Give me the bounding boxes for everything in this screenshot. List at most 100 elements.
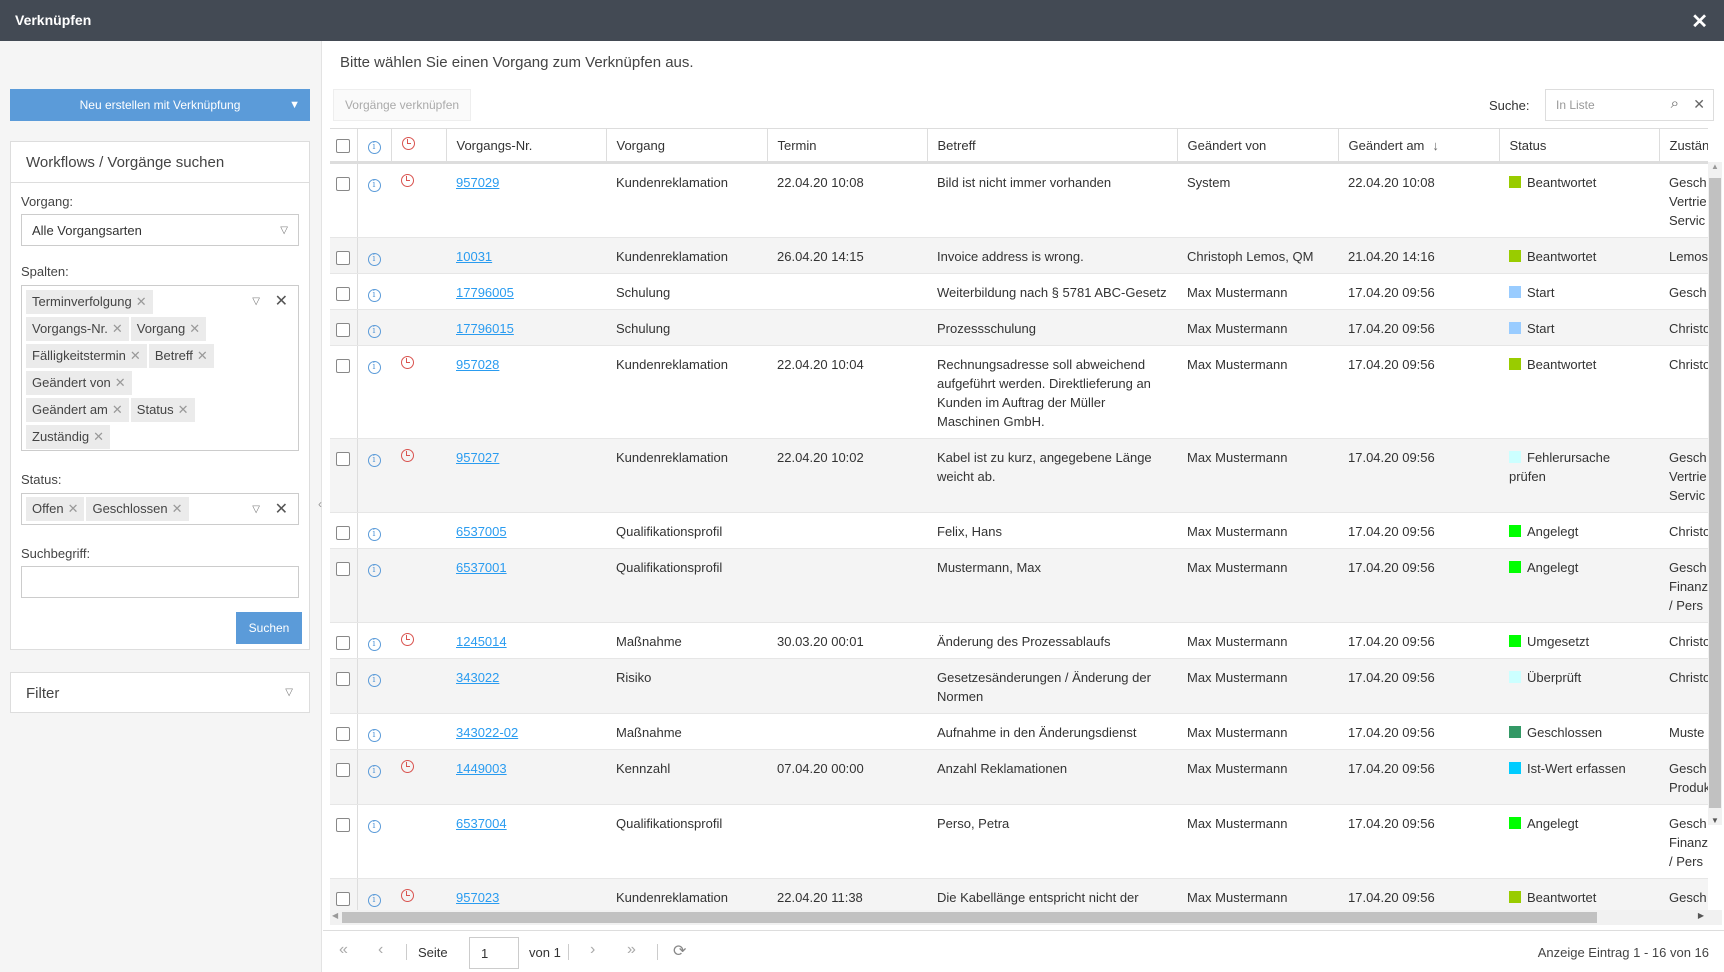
table-row[interactable]: i 17796015 Schulung Prozessschulung Max Must… — [330, 309, 1708, 346]
column-header-vorgang[interactable]: Vorgang — [606, 128, 768, 164]
record-link[interactable]: 6537001 — [456, 560, 507, 575]
column-tag[interactable]: Status ✕ — [130, 398, 195, 422]
info-icon[interactable]: i — [367, 820, 381, 833]
clear-icon[interactable]: ✕ — [275, 499, 288, 519]
list-search-input[interactable]: In Liste ⌕ ✕ — [1545, 89, 1714, 121]
clear-icon[interactable]: ✕ — [275, 291, 288, 311]
chevron-down-icon[interactable]: ▽ — [252, 296, 260, 307]
first-page-icon[interactable]: « — [339, 941, 348, 959]
row-checkbox[interactable] — [336, 176, 350, 191]
chevron-down-icon[interactable]: ▽ — [285, 687, 293, 698]
row-checkbox[interactable] — [336, 726, 350, 741]
record-link[interactable]: 957027 — [456, 450, 499, 465]
column-tag[interactable]: Vorgangs-Nr. ✕ — [26, 317, 129, 341]
table-row[interactable]: i 343022-02 Maßnahme Aufnahme in den Änderu… — [330, 713, 1708, 750]
remove-tag-icon[interactable]: ✕ — [189, 321, 200, 336]
info-icon[interactable]: i — [367, 528, 381, 541]
refresh-icon[interactable]: ⟳ — [673, 941, 686, 961]
vorgang-select[interactable]: Alle Vorgangsarten ▽ — [21, 214, 299, 246]
row-checkbox[interactable] — [336, 762, 350, 777]
column-header-zuständig[interactable]: Zuständig — [1659, 128, 1708, 164]
column-header-termin[interactable]: Termin — [767, 128, 928, 164]
link-records-button[interactable]: Vorgänge verknüpfen — [333, 89, 471, 121]
chevron-down-icon[interactable]: ▼ — [289, 89, 300, 121]
table-row[interactable]: i 1449003 Kennzahl 07.04.20 00:00 Anzahl Rek… — [330, 749, 1708, 805]
status-multiselect[interactable]: ▽ ✕ Offen ✕ Geschlossen ✕ — [21, 493, 299, 525]
sort-desc-icon[interactable]: ↓ — [1432, 138, 1439, 153]
info-icon[interactable]: i — [367, 289, 381, 302]
record-link[interactable]: 6537005 — [456, 524, 507, 539]
table-row[interactable]: i 6537004 Qualifikationsprofil Perso, Petra… — [330, 804, 1708, 879]
filter-panel[interactable]: Filter ▽ — [10, 672, 310, 713]
status-tag[interactable]: Geschlossen ✕ — [86, 497, 189, 521]
record-link[interactable]: 957028 — [456, 357, 499, 372]
row-checkbox[interactable] — [336, 561, 350, 576]
chevron-down-icon[interactable]: ▽ — [252, 504, 260, 515]
remove-tag-icon[interactable]: ✕ — [112, 321, 123, 336]
last-page-icon[interactable]: » — [627, 941, 636, 959]
row-checkbox[interactable] — [336, 250, 350, 265]
record-link[interactable]: 10031 — [456, 249, 492, 264]
remove-tag-icon[interactable]: ✕ — [68, 501, 79, 516]
info-icon[interactable]: i — [367, 361, 381, 374]
table-row[interactable]: i 957029 Kundenreklamation 22.04.20 10:08 Bi… — [330, 162, 1708, 238]
row-checkbox[interactable] — [336, 635, 350, 650]
new-with-link-button[interactable]: Neu erstellen mit Verknüpfung ▼ — [10, 89, 310, 121]
info-icon[interactable]: i — [367, 638, 381, 651]
column-tag[interactable]: Vorgang ✕ — [130, 317, 207, 341]
remove-tag-icon[interactable]: ✕ — [130, 348, 141, 363]
record-link[interactable]: 1245014 — [456, 634, 507, 649]
table-row[interactable]: i 6537001 Qualifikationsprofil Mustermann, … — [330, 548, 1708, 623]
column-header-geändert-am[interactable]: Geändert am ↓ — [1338, 128, 1500, 164]
column-tag[interactable]: Betreff ✕ — [148, 344, 214, 368]
table-row[interactable]: i 10031 Kundenreklamation 26.04.20 14:15 Inv… — [330, 237, 1708, 274]
table-row[interactable]: i 957027 Kundenreklamation 22.04.20 10:02 Ka… — [330, 438, 1708, 513]
info-icon[interactable]: i — [367, 454, 381, 467]
info-icon[interactable]: i — [367, 674, 381, 687]
remove-tag-icon[interactable]: ✕ — [136, 294, 147, 309]
column-header-betreff[interactable]: Betreff — [927, 128, 1178, 164]
record-link[interactable]: 957029 — [456, 175, 499, 190]
row-checkbox[interactable] — [336, 671, 350, 686]
table-row[interactable]: i 957023 Kundenreklamation 22.04.20 11:38 Di… — [330, 878, 1708, 910]
spalten-multiselect[interactable]: ▽ ✕ Terminverfolgung ✕ Vorgangs-Nr. ✕ Vorgan… — [21, 285, 299, 451]
next-page-icon[interactable]: › — [590, 941, 595, 959]
remove-tag-icon[interactable]: ✕ — [115, 375, 126, 390]
row-checkbox[interactable] — [336, 358, 350, 373]
table-row[interactable]: i 957028 Kundenreklamation 22.04.20 10:04 Re… — [330, 345, 1708, 439]
row-checkbox[interactable] — [336, 322, 350, 337]
search-button[interactable]: Suchen — [236, 612, 302, 644]
info-icon[interactable]: i — [367, 253, 381, 266]
page-input[interactable]: 1 — [469, 937, 519, 969]
column-header-status[interactable]: Status — [1499, 128, 1660, 164]
collapse-panel-icon[interactable]: ‹ — [318, 497, 322, 511]
remove-tag-icon[interactable]: ✕ — [197, 348, 208, 363]
record-link[interactable]: 17796005 — [456, 285, 514, 300]
table-row[interactable]: i 17796005 Schulung Weiterbildung nach § 57… — [330, 273, 1708, 310]
table-row[interactable]: i 1245014 Maßnahme 30.03.20 00:01 Änderung d… — [330, 622, 1708, 659]
row-checkbox[interactable] — [336, 451, 350, 466]
record-link[interactable]: 957023 — [456, 890, 499, 905]
row-checkbox[interactable] — [336, 817, 350, 832]
suchbegriff-input[interactable] — [21, 566, 299, 598]
info-icon[interactable]: i — [367, 564, 381, 577]
info-icon[interactable]: i — [367, 729, 381, 742]
record-link[interactable]: 6537004 — [456, 816, 507, 831]
column-header-geändert-von[interactable]: Geändert von — [1177, 128, 1339, 164]
record-link[interactable]: 17796015 — [456, 321, 514, 336]
info-icon[interactable]: i — [367, 179, 381, 192]
column-tag[interactable]: Geändert am ✕ — [26, 398, 129, 422]
record-link[interactable]: 343022 — [456, 670, 499, 685]
horizontal-scrollbar[interactable]: ◀ ▶ — [330, 910, 1722, 925]
record-link[interactable]: 343022-02 — [456, 725, 518, 740]
table-row[interactable]: i 6537005 Qualifikationsprofil Felix, Hans M… — [330, 512, 1708, 549]
record-link[interactable]: 1449003 — [456, 761, 507, 776]
column-header-vorgangs-nr-[interactable]: Vorgangs-Nr. — [446, 128, 607, 164]
select-all-checkbox[interactable] — [330, 128, 358, 164]
remove-tag-icon[interactable]: ✕ — [178, 402, 189, 417]
search-icon[interactable]: ⌕ — [1671, 95, 1679, 112]
vertical-scrollbar[interactable]: ▲ ▼ — [1708, 162, 1722, 825]
remove-tag-icon[interactable]: ✕ — [112, 402, 123, 417]
chevron-down-icon[interactable]: ▽ — [280, 225, 288, 236]
close-icon[interactable]: ✕ — [1691, 9, 1708, 34]
